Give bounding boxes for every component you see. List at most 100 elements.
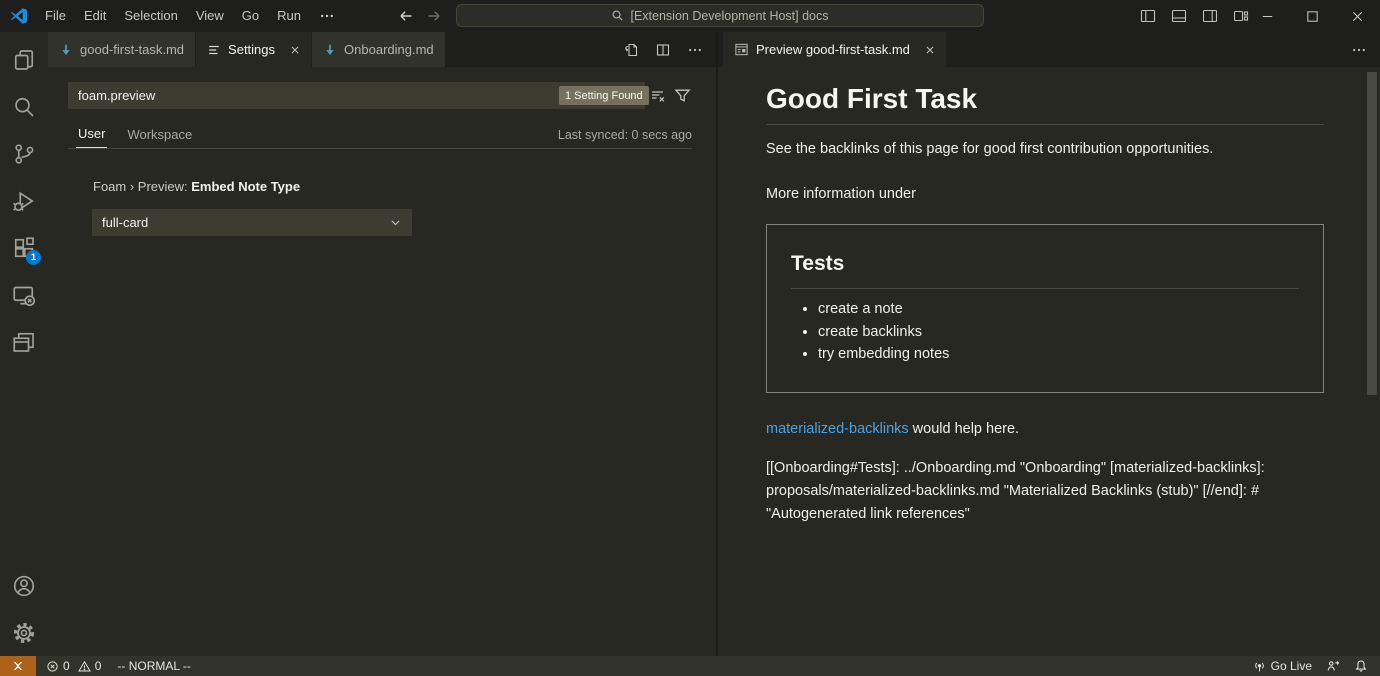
settings-sliders-icon <box>207 43 221 57</box>
settings-results-badge: 1 Setting Found <box>559 86 649 105</box>
maximize-button[interactable] <box>1290 0 1335 32</box>
menu-selection[interactable]: Selection <box>115 0 186 32</box>
more-actions-icon[interactable] <box>1351 42 1367 58</box>
command-center-label: [Extension Development Host] docs <box>630 9 828 23</box>
tab-preview-good-first-task[interactable]: Preview good-first-task.md <box>723 32 947 67</box>
remote-indicator[interactable] <box>0 656 36 676</box>
error-icon <box>46 660 59 673</box>
setting-title-prefix: Foam › Preview: <box>93 179 191 194</box>
debug-icon <box>12 189 36 213</box>
activity-bar: 1 <box>0 32 48 656</box>
files-icon <box>12 48 36 72</box>
layout-controls <box>1140 0 1249 32</box>
vscode-window: { "titlebar": { "menu": { "items": ["Fil… <box>0 0 1380 676</box>
tab-label: good-first-task.md <box>80 42 184 57</box>
source-control-view-button[interactable] <box>0 130 48 177</box>
notifications-bell-icon[interactable] <box>1354 659 1368 673</box>
scope-tab-workspace[interactable]: Workspace <box>125 127 194 148</box>
extensions-badge: 1 <box>26 250 41 265</box>
accounts-button[interactable] <box>0 562 48 609</box>
reference-line: "Autogenerated link references" <box>766 503 1324 526</box>
scrollbar-thumb[interactable] <box>1367 72 1377 395</box>
materialized-backlinks-link[interactable]: materialized-backlinks <box>766 421 909 437</box>
embedded-note-list: create a note create backlinks try embed… <box>791 302 1299 362</box>
tab-settings[interactable]: Settings <box>196 32 312 67</box>
toggle-primary-sidebar-icon[interactable] <box>1140 8 1156 24</box>
account-icon <box>12 574 36 598</box>
menu-run[interactable]: Run <box>268 0 310 32</box>
open-settings-json-icon[interactable] <box>623 42 639 58</box>
setting-title-name: Embed Note Type <box>191 179 300 194</box>
setting-title: Foam › Preview: Embed Note Type <box>93 179 300 194</box>
minimize-button[interactable] <box>1245 0 1290 32</box>
embedded-note-heading: Tests <box>791 251 1299 289</box>
markdown-file-icon <box>323 43 337 57</box>
remote-icon <box>11 659 25 673</box>
split-editor-icon[interactable] <box>655 42 671 58</box>
scope-tab-user[interactable]: User <box>76 126 107 148</box>
chevron-down-icon <box>389 216 402 229</box>
warning-count: 0 <box>95 659 102 673</box>
close-tab-icon[interactable] <box>925 45 935 55</box>
run-debug-view-button[interactable] <box>0 177 48 224</box>
dropdown-value: full-card <box>102 215 148 230</box>
embedded-note-card: Tests create a note create backlinks try… <box>766 224 1324 393</box>
menu-file[interactable]: File <box>36 0 75 32</box>
warning-icon <box>78 660 91 673</box>
reference-line: [[Onboarding#Tests]: ../Onboarding.md "O… <box>766 457 1324 480</box>
command-center-search[interactable]: [Extension Development Host] docs <box>456 4 984 27</box>
tabbar-right: Preview good-first-task.md <box>718 32 1380 67</box>
editor-actions-right <box>1351 32 1380 67</box>
forward-arrow-icon[interactable] <box>426 8 442 24</box>
titlebar: File Edit Selection View Go Run [Extensi… <box>0 0 1380 32</box>
stacked-windows-icon <box>12 330 36 354</box>
markdown-preview: Good First Task See the backlinks of thi… <box>718 67 1380 656</box>
panels-view-button[interactable] <box>0 318 48 365</box>
link-suffix-text: would help here. <box>909 421 1019 437</box>
markdown-file-icon <box>59 43 73 57</box>
editor-group-right: Preview good-first-task.md Good First Ta… <box>716 32 1380 656</box>
vscode-logo-icon <box>10 7 28 25</box>
menubar: File Edit Selection View Go Run <box>36 0 344 32</box>
tab-label: Onboarding.md <box>344 42 434 57</box>
toggle-secondary-sidebar-icon[interactable] <box>1202 8 1218 24</box>
live-share-icon[interactable] <box>1326 659 1340 673</box>
filter-settings-icon[interactable] <box>674 87 691 104</box>
statusbar-right: Go Live <box>1253 659 1380 673</box>
history-navigation <box>398 0 442 32</box>
editor-group-left: good-first-task.md Settings Onboarding.m… <box>48 32 716 656</box>
vim-mode-indicator[interactable]: -- NORMAL -- <box>117 659 191 673</box>
menu-view[interactable]: View <box>187 0 233 32</box>
gear-icon <box>12 621 36 645</box>
preview-link-paragraph: materialized-backlinks would help here. <box>766 419 1324 440</box>
explorer-view-button[interactable] <box>0 36 48 83</box>
tab-good-first-task[interactable]: good-first-task.md <box>48 32 196 67</box>
problems-status[interactable]: 0 0 <box>46 659 105 673</box>
tab-label: Preview good-first-task.md <box>756 42 910 57</box>
back-arrow-icon[interactable] <box>398 8 414 24</box>
tab-onboarding[interactable]: Onboarding.md <box>312 32 446 67</box>
menu-go[interactable]: Go <box>233 0 268 32</box>
settings-separator <box>68 148 692 149</box>
close-window-button[interactable] <box>1335 0 1380 32</box>
go-live-button[interactable]: Go Live <box>1253 659 1312 673</box>
more-actions-icon[interactable] <box>687 42 703 58</box>
settings-scope-tabs: User Workspace Last synced: 0 secs ago <box>68 124 692 148</box>
remote-explorer-view-button[interactable] <box>0 271 48 318</box>
close-tab-icon[interactable] <box>290 45 300 55</box>
list-item: try embedding notes <box>818 347 1299 362</box>
clear-settings-search-icon[interactable] <box>650 88 666 104</box>
manage-settings-button[interactable] <box>0 609 48 656</box>
go-live-label: Go Live <box>1271 659 1312 673</box>
search-view-button[interactable] <box>0 83 48 130</box>
extensions-view-button[interactable]: 1 <box>0 224 48 271</box>
error-count: 0 <box>63 659 70 673</box>
reference-line: proposals/materialized-backlinks.md "Mat… <box>766 480 1324 503</box>
remote-explorer-icon <box>12 283 36 307</box>
embed-note-type-dropdown[interactable]: full-card <box>92 209 412 236</box>
menu-edit[interactable]: Edit <box>75 0 115 32</box>
preview-heading: Good First Task <box>766 83 1324 125</box>
list-item: create backlinks <box>818 325 1299 340</box>
menu-overflow-icon[interactable] <box>310 0 344 32</box>
toggle-panel-icon[interactable] <box>1171 8 1187 24</box>
